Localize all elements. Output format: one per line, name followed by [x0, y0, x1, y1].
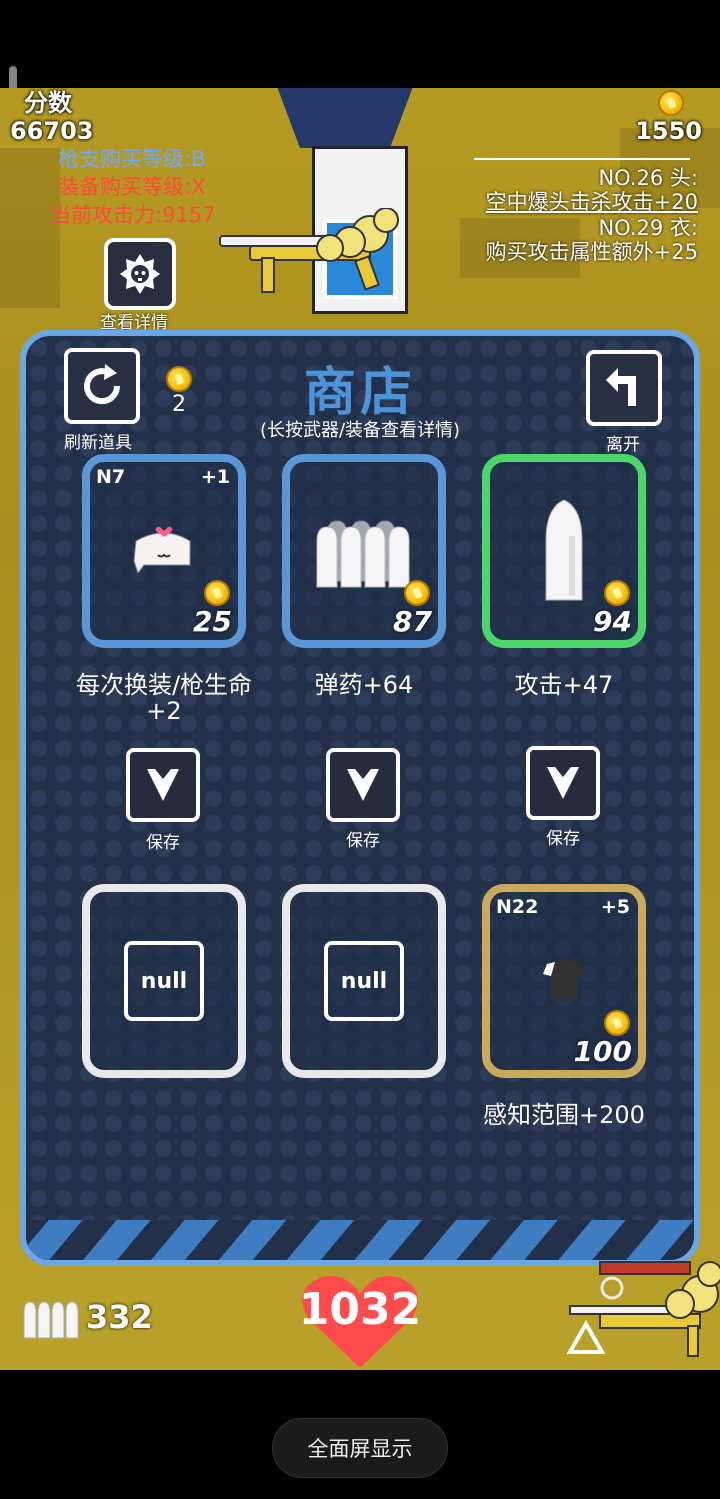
item-plus: +1: [200, 466, 230, 488]
score-value: 66703: [10, 117, 94, 145]
save-label: 保存: [146, 833, 180, 853]
item-price: 25: [193, 605, 232, 638]
gun-purchase-level: 枪支购买等级:B: [58, 147, 206, 171]
item-description: 攻击+47: [514, 671, 614, 699]
save-label: 保存: [546, 829, 580, 849]
down-arrow-icon: [347, 769, 379, 801]
player-gun-icon: [219, 208, 399, 293]
item-description: 感知范围+200: [483, 1101, 645, 1129]
coin-icon: [604, 580, 630, 606]
skull-gear-icon: [120, 254, 160, 294]
shop-item-card[interactable]: N7 +1 25: [82, 454, 246, 648]
game-scene: 分数 66703 枪支购买等级:B 装备购买等级:X 当前攻击力:9157 15…: [0, 88, 720, 1370]
shop-item-card[interactable]: 87: [282, 454, 446, 648]
saved-slot-card[interactable]: null: [82, 884, 246, 1078]
weapon-icon: [566, 1261, 720, 1357]
coin-icon: [658, 90, 684, 116]
shirt-item-icon: [543, 960, 585, 1000]
score-label: 分数: [24, 89, 72, 117]
current-attack: 当前攻击力:9157: [50, 203, 216, 227]
ammo-item-icon: [316, 520, 410, 588]
down-arrow-icon: [547, 767, 579, 799]
background-block: [0, 148, 60, 308]
bullet-item-icon: [545, 499, 583, 601]
item-tier: N7: [96, 466, 126, 488]
ammo-count: 332: [86, 1298, 153, 1336]
empty-slot-label: null: [124, 941, 204, 1021]
item-tier: N22: [496, 896, 539, 918]
leave-label: 离开: [606, 435, 640, 455]
item-plus: +5: [600, 896, 630, 918]
leave-button[interactable]: [586, 350, 662, 426]
bonus-clothes-effect: 购买攻击属性额外+25: [485, 240, 698, 264]
divider: [474, 158, 690, 160]
shop-item-card[interactable]: 94: [482, 454, 646, 648]
saved-slot-card[interactable]: null: [282, 884, 446, 1078]
save-button[interactable]: [326, 748, 400, 822]
empty-slot-label: null: [324, 941, 404, 1021]
hat-item-icon: [133, 526, 191, 575]
ceiling-lamp: [277, 88, 413, 148]
save-button[interactable]: [526, 746, 600, 820]
shop-panel: 刷新道具 2 商店 (长按武器/装备查看详情) 离开 N7 +1 25 每次换装…: [20, 330, 700, 1266]
save-button[interactable]: [126, 748, 200, 822]
saved-slot-card[interactable]: N22 +5 100: [482, 884, 646, 1078]
equipment-purchase-level: 装备购买等级:X: [58, 175, 206, 199]
item-price: 94: [593, 605, 632, 638]
return-arrow-icon: [606, 368, 636, 406]
down-arrow-icon: [147, 769, 179, 801]
fullscreen-display-button[interactable]: 全面屏显示: [272, 1418, 448, 1478]
coin-icon: [404, 580, 430, 606]
view-details-button[interactable]: [104, 238, 176, 310]
item-price: 100: [573, 1035, 632, 1068]
item-price: 87: [393, 605, 432, 638]
item-description: 弹药+64: [314, 671, 414, 699]
ammo-icon: [23, 1301, 79, 1339]
coin-icon: [604, 1010, 630, 1036]
save-label: 保存: [346, 831, 380, 851]
coin-count: 1550: [635, 117, 702, 145]
health-value: 1032: [298, 1284, 422, 1335]
coin-icon: [204, 580, 230, 606]
item-description: 每次换装/枪生命+2: [75, 671, 253, 725]
